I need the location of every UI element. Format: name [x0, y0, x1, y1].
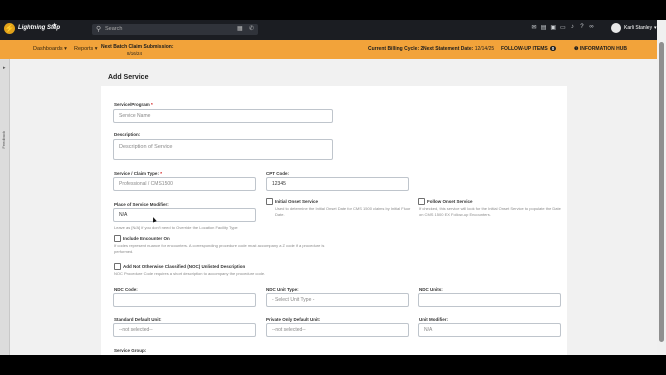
menu-dashboards[interactable]: Dashboards ▾ — [33, 46, 67, 52]
info-icon: ❶ — [574, 46, 579, 52]
follow-onset-label: Follow Onset Service — [427, 199, 473, 204]
favorite-star-icon[interactable]: ★ — [52, 22, 57, 29]
information-hub-button[interactable]: ❶ INFORMATION HUB — [574, 46, 627, 52]
help-icon[interactable]: ? — [579, 24, 585, 31]
follow-onset-checkbox[interactable] — [418, 198, 425, 205]
billing-banner — [0, 40, 666, 59]
statement-label: Next Statement Date: — [423, 46, 474, 52]
ticket-icon[interactable]: ✉ — [531, 24, 537, 31]
app-window: ⚡ Lightning Step ★ ⚲ Search ▦ ✆ ✉ ▤ ▣ ▭ … — [0, 20, 666, 355]
include-encounter-checkbox[interactable] — [114, 235, 121, 242]
description-textarea[interactable]: Description of Service — [113, 139, 333, 160]
chat-icon[interactable]: ▭ — [560, 24, 566, 31]
ndc-unit-type-label: NDC Unit Type: — [266, 287, 299, 292]
menu-reports[interactable]: Reports ▾ — [74, 46, 98, 52]
ndc-code-input[interactable] — [113, 293, 256, 307]
standard-default-unit-label: Standard Default Unit: — [114, 317, 162, 322]
follow-up-label: FOLLOW-UP ITEMS — [501, 46, 548, 52]
noc-label: Add Not Otherwise Classified (NOC) Unlis… — [123, 264, 246, 269]
standard-default-unit-select[interactable]: --not selected-- — [113, 323, 256, 337]
noc-checkbox[interactable] — [114, 263, 121, 270]
phone-icon[interactable]: ✆ — [249, 25, 254, 32]
expand-arrow-icon[interactable]: ▸ — [3, 65, 6, 71]
include-encounter-help: If codes represent nuance for encounters… — [114, 243, 325, 254]
network-icon[interactable]: ∞ — [589, 24, 595, 31]
claim-type-select[interactable]: Professional / CMS1500 — [113, 177, 256, 191]
avatar[interactable] — [611, 23, 621, 33]
global-search[interactable]: ⚲ Search ▦ ✆ — [92, 24, 258, 35]
feedback-tab[interactable]: Feedback — [1, 131, 6, 149]
claim-type-label: Service / Claim Type: * — [114, 171, 162, 176]
user-name[interactable]: Karli Stanley — [624, 25, 652, 31]
ndc-code-label: NDC Code: — [114, 287, 138, 292]
unit-modifier-label: Unit Modifier: — [419, 317, 448, 322]
inbox-icon[interactable]: ▣ — [550, 24, 556, 31]
service-program-label: Service/Program * — [114, 102, 153, 107]
noc-help: NOC Procedure Code requires a short desc… — [114, 271, 266, 276]
place-of-service-select[interactable]: N/A — [113, 208, 256, 222]
include-encounter-label: Include Encounter On — [123, 236, 170, 241]
private-default-unit-select[interactable]: --not selected-- — [266, 323, 409, 337]
batch-claim-date: 8/16/24 — [127, 51, 143, 56]
statement-date: 12/14/25 — [474, 46, 495, 52]
bell-icon[interactable]: ♪ — [569, 24, 575, 31]
service-name-input[interactable]: Service Name — [113, 109, 333, 123]
information-hub-label: INFORMATION HUB — [579, 46, 627, 52]
follow-up-count-badge: 0 — [549, 46, 557, 51]
ndc-unit-type-select[interactable]: - Select Unit Type - — [266, 293, 409, 307]
initial-onset-checkbox[interactable] — [266, 198, 273, 205]
top-nav-bar: ⚡ Lightning Step ★ ⚲ Search ▦ ✆ ✉ ▤ ▣ ▭ … — [0, 20, 666, 40]
page-scrollbar[interactable] — [657, 20, 666, 355]
initial-onset-label: Initial Onset Service — [275, 199, 319, 204]
barcode-scan-icon[interactable]: ▦ — [237, 25, 243, 32]
calendar-icon[interactable]: ▤ — [541, 24, 547, 31]
search-icon: ⚲ — [96, 26, 102, 33]
search-input[interactable]: Search — [105, 26, 122, 32]
service-group-label: Service Group: — [114, 348, 147, 353]
follow-up-items-button[interactable]: FOLLOW-UP ITEMS 0 — [501, 46, 557, 52]
lightning-step-logo[interactable]: ⚡ — [4, 23, 15, 34]
place-of-service-label: Place of Service Modifier: — [114, 202, 169, 207]
required-asterisk: * — [160, 171, 162, 176]
initial-onset-help: Used to determine the Initial Onset Date… — [275, 206, 411, 217]
claim-type-label-text: Service / Claim Type: — [114, 171, 159, 176]
ndc-units-label: NDC Units: — [419, 287, 443, 292]
cpt-code-input[interactable]: 12345 — [266, 177, 409, 191]
toolbar-icons: ✉ ▤ ▣ ▭ ♪ ? ∞ — [531, 24, 595, 31]
scrollbar-thumb[interactable] — [659, 42, 664, 342]
required-asterisk: * — [151, 102, 153, 107]
ndc-units-input[interactable] — [418, 293, 561, 307]
next-statement: Next Statement Date: 12/14/25 — [423, 46, 494, 52]
batch-claim-label: Next Batch Claim Submission: — [101, 44, 174, 50]
description-label: Description: — [114, 132, 141, 137]
left-rail: ▸ Feedback — [0, 59, 10, 355]
service-program-label-text: Service/Program — [114, 102, 150, 107]
cpt-code-label: CPT Code: — [266, 171, 289, 176]
private-default-unit-label: Private Only Default Unit: — [266, 317, 321, 322]
page-title: Add Service — [108, 74, 149, 81]
follow-onset-help: If checked, this service will look for t… — [419, 206, 561, 217]
place-of-service-help: Leave as [N/A] if you don't need to Over… — [114, 225, 238, 230]
billing-cycle: Current Billing Cycle: 2 — [368, 46, 424, 52]
unit-modifier-select[interactable]: N/A — [418, 323, 561, 337]
